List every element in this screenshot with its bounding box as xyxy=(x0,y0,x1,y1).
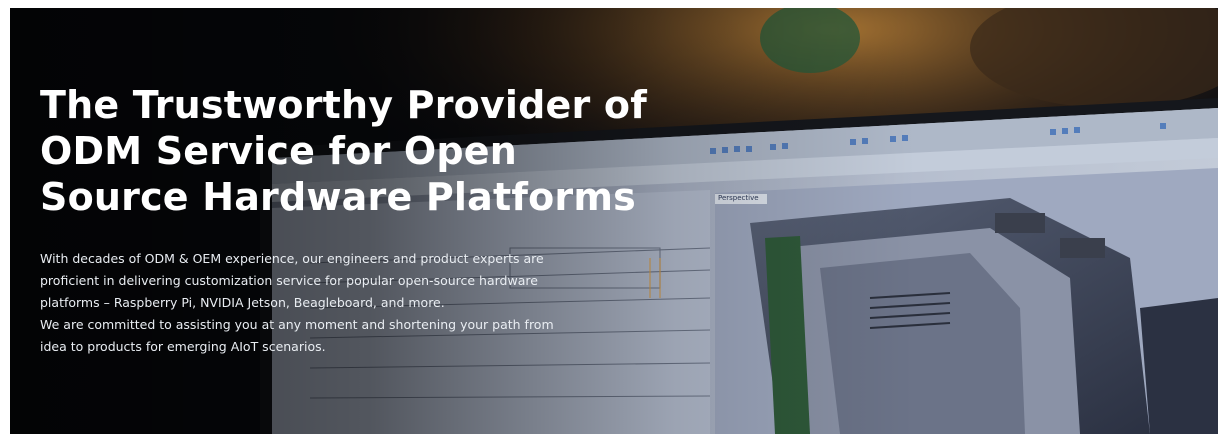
hero-description-line: With decades of ODM & OEM experience, ou… xyxy=(40,251,544,266)
hero-description-line: We are committed to assisting you at any… xyxy=(40,317,554,332)
hero-title-line: Source Hardware Platforms xyxy=(40,175,636,219)
cad-viewport-label: Perspective xyxy=(718,194,759,202)
hero-description-line: platforms – Raspberry Pi, NVIDIA Jetson,… xyxy=(40,295,445,310)
hero-title-line: ODM Service for Open xyxy=(40,129,518,173)
hero-title: The Trustworthy Provider of ODM Service … xyxy=(40,82,660,220)
hero-title-line: The Trustworthy Provider of xyxy=(40,83,647,127)
hero-description: With decades of ODM & OEM experience, ou… xyxy=(40,248,620,358)
hero-content: The Trustworthy Provider of ODM Service … xyxy=(40,82,660,358)
hero-description-line: proficient in delivering customization s… xyxy=(40,273,538,288)
hero-description-line: idea to products for emerging AIoT scena… xyxy=(40,339,326,354)
hero-banner: The Trustworthy Provider of ODM Service … xyxy=(10,8,1218,434)
